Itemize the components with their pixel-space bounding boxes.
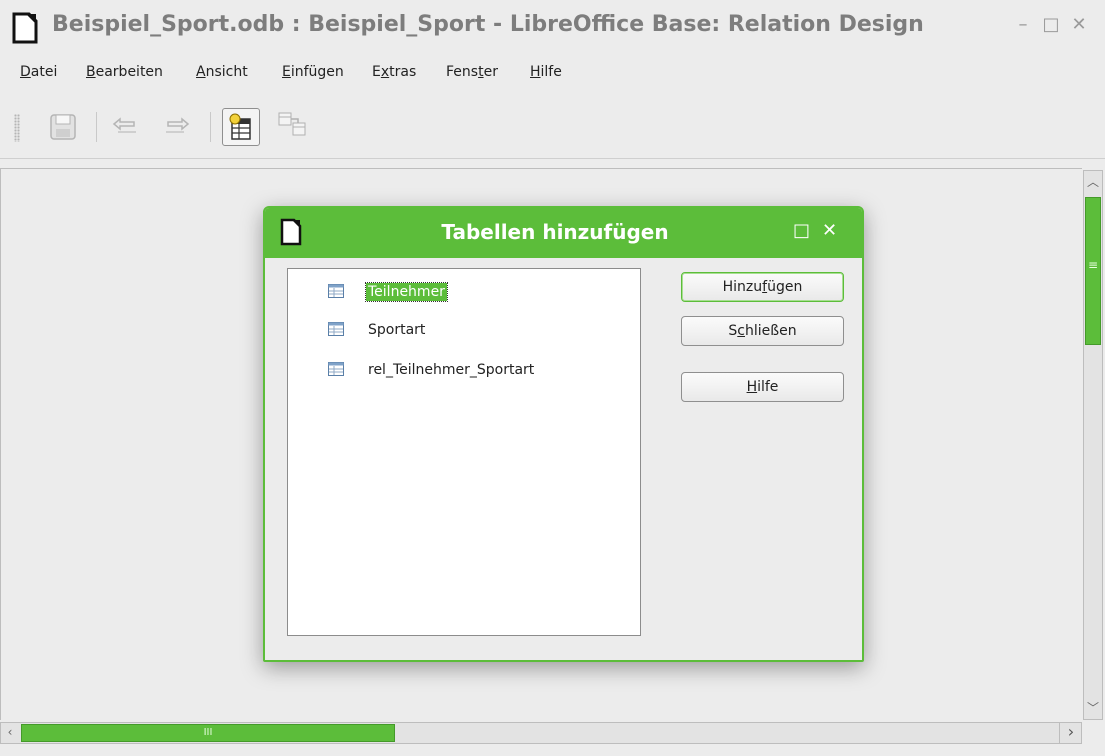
horizontal-scrollbar[interactable]: ‹ III › (0, 722, 1082, 744)
scroll-right-icon[interactable]: › (1059, 723, 1082, 743)
libreoffice-logo-icon (12, 12, 38, 44)
dialog-close-button[interactable]: ✕ (822, 220, 837, 242)
save-icon[interactable] (48, 112, 78, 142)
menu-ansicht[interactable]: Ansicht (196, 64, 248, 80)
libreoffice-logo-icon (280, 218, 302, 246)
dialog-title: Tabellen hinzufügen (441, 220, 669, 244)
toolbar (0, 96, 1105, 159)
table-icon (328, 284, 344, 298)
scroll-down-icon[interactable]: ﹀ (1086, 699, 1100, 716)
window-title: Beispiel_Sport.odb : Beispiel_Sport - Li… (52, 12, 924, 37)
menu-hilfe[interactable]: Hilfe (530, 64, 562, 80)
close-dialog-button[interactable]: Schließen (681, 316, 844, 346)
table-icon (328, 322, 344, 336)
horizontal-scroll-thumb[interactable]: III (21, 724, 395, 742)
scroll-up-icon[interactable]: ︿ (1086, 173, 1100, 190)
close-button[interactable]: ✕ (1068, 14, 1090, 36)
vertical-scrollbar[interactable]: ︿ ≡ ﹀ (1083, 170, 1103, 720)
table-name: Sportart (368, 322, 426, 338)
table-name: rel_Teilnehmer_Sportart (368, 362, 535, 378)
table-icon (328, 362, 344, 376)
vertical-scroll-thumb[interactable]: ≡ (1085, 197, 1101, 345)
maximize-button[interactable]: □ (1040, 14, 1062, 36)
undo-icon[interactable] (110, 116, 140, 138)
horizontal-scroll-grip: III (203, 727, 213, 738)
dialog-title-bar[interactable]: Tabellen hinzufügen □ ✕ (265, 208, 862, 258)
menu-extras[interactable]: Extras (372, 64, 416, 80)
add-tables-icon (229, 113, 251, 140)
toolbar-separator (210, 112, 211, 142)
menu-einfuegen[interactable]: Einfügen (282, 64, 344, 80)
help-button[interactable]: Hilfe (681, 372, 844, 402)
add-tables-dialog: Tabellen hinzufügen □ ✕ Teilnehmer Sport… (263, 206, 864, 662)
new-relation-icon[interactable] (276, 110, 308, 142)
minimize-button[interactable]: – (1012, 14, 1034, 36)
table-name: Teilnehmer (365, 282, 448, 302)
menu-bearbeiten[interactable]: Bearbeiten (86, 64, 163, 80)
redo-icon[interactable] (162, 116, 192, 138)
tables-listbox[interactable]: Teilnehmer Sportart rel_Teilnehmer_Sport… (287, 268, 641, 636)
add-button[interactable]: Hinzufügen (681, 272, 844, 302)
dialog-maximize-button[interactable]: □ (793, 220, 810, 242)
menubar: Datei Bearbeiten Ansicht Einfügen Extras… (0, 62, 1105, 86)
toolbar-separator (96, 112, 97, 142)
menu-fenster[interactable]: Fenster (446, 64, 498, 80)
title-bar: Beispiel_Sport.odb : Beispiel_Sport - Li… (0, 0, 1105, 58)
scroll-left-icon[interactable]: ‹ (4, 725, 16, 739)
toolbar-grip[interactable] (14, 114, 20, 142)
menu-datei[interactable]: Datei (20, 64, 57, 80)
add-tables-button[interactable] (222, 108, 260, 146)
vertical-scroll-grip: ≡ (1088, 258, 1099, 272)
